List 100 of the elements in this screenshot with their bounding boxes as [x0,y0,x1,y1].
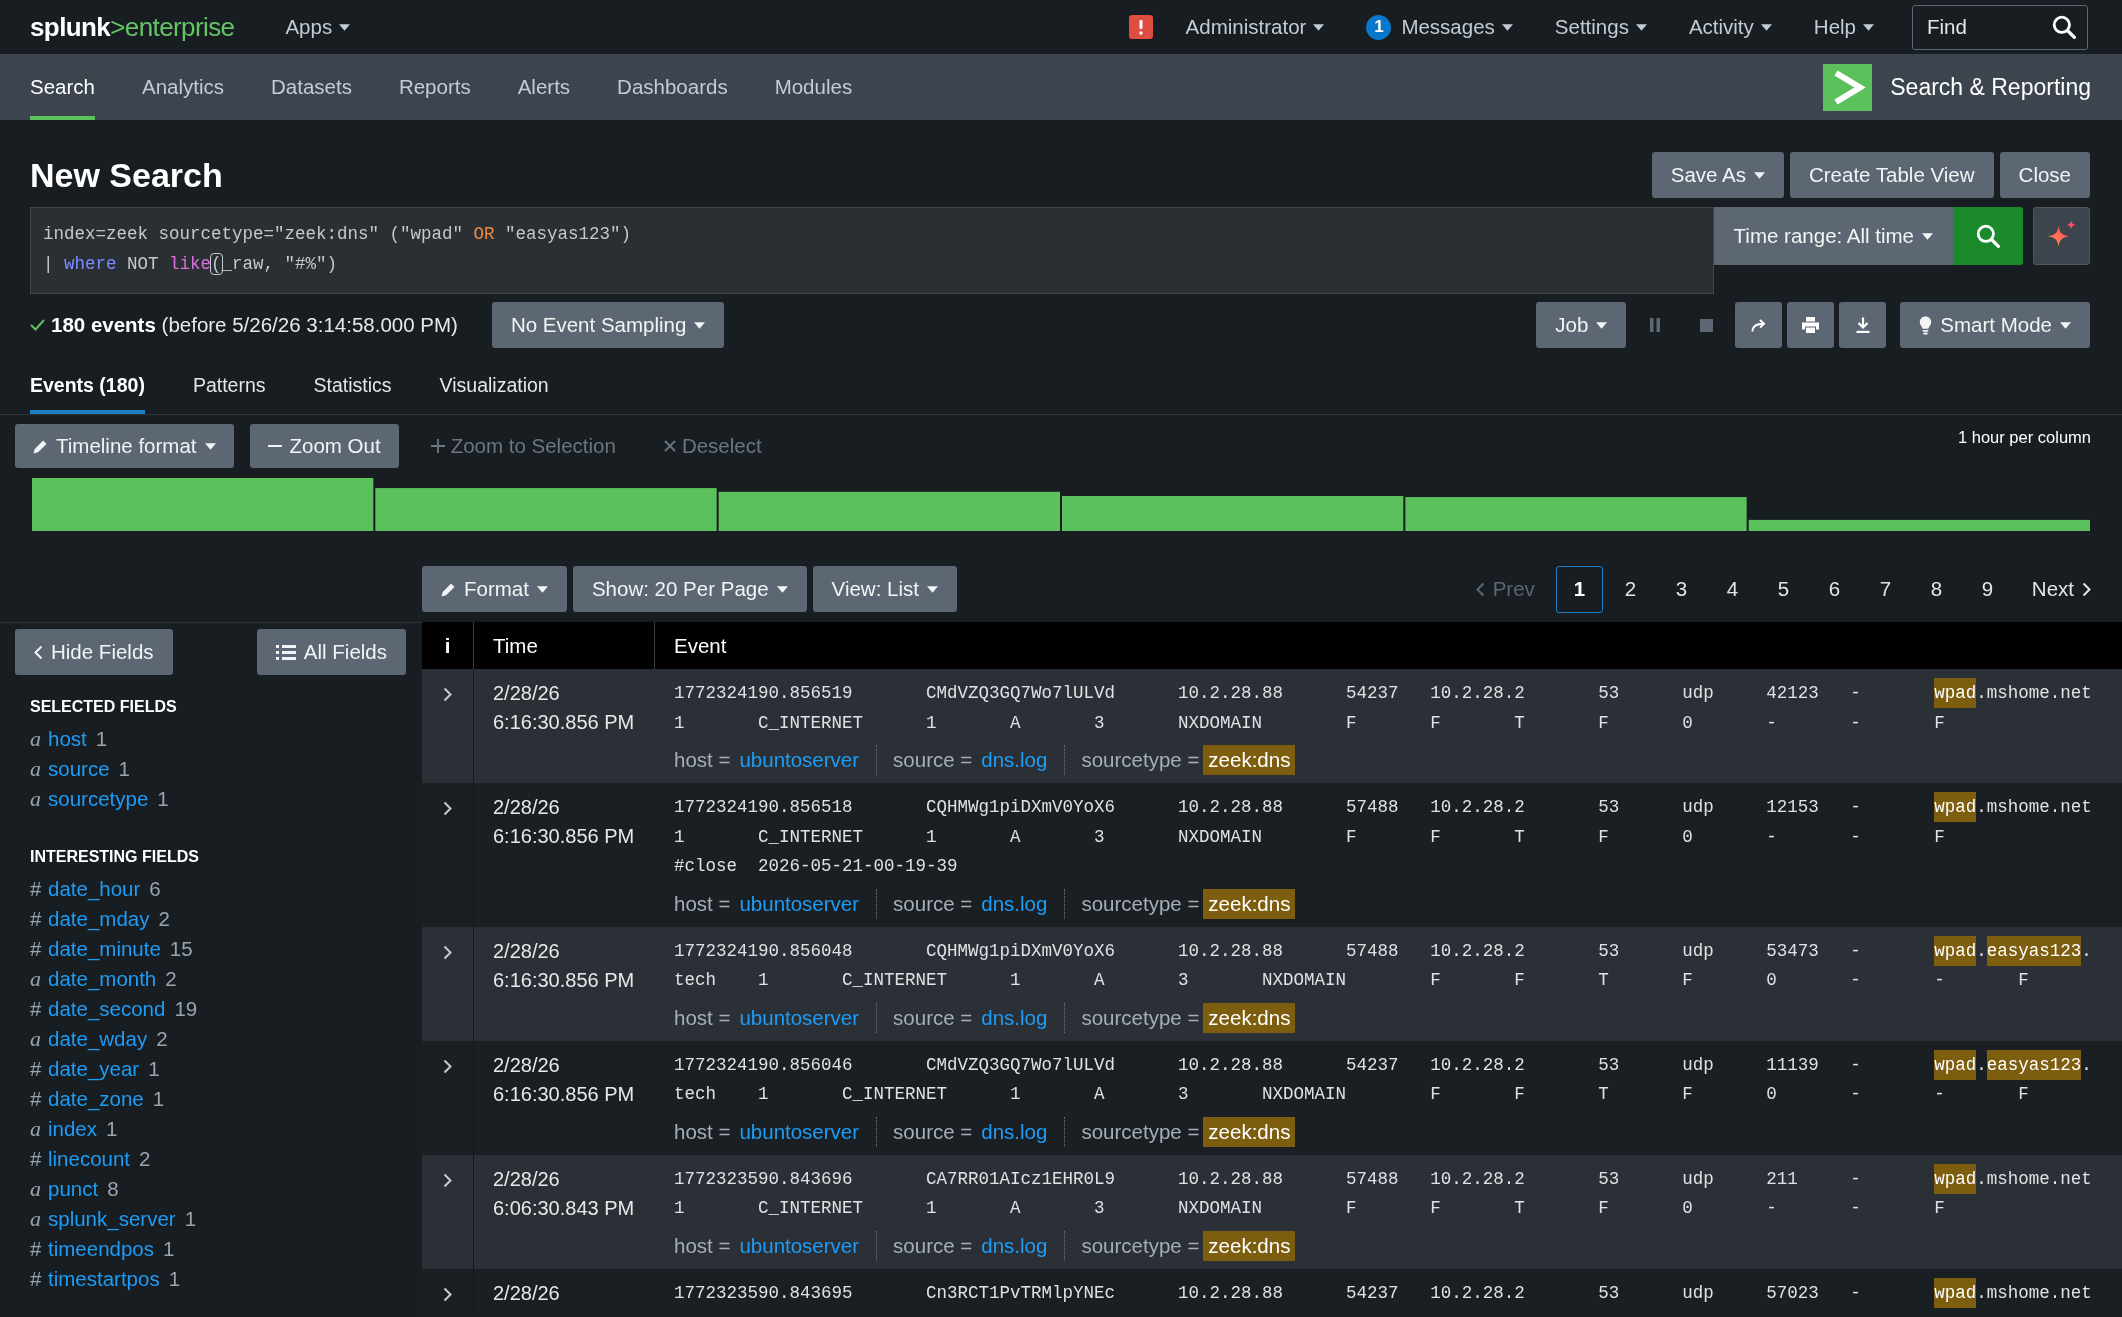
find-field[interactable]: Find [1912,4,2088,50]
alert-icon[interactable] [1128,15,1153,39]
field-value-link[interactable]: ubuntoserver [734,745,865,775]
chevron-icon[interactable] [443,1172,452,1188]
page-number-link[interactable]: 3 [1675,577,1688,601]
create-table-view-button[interactable]: Create Table View [1789,152,1994,198]
field-value-link[interactable]: ubuntoserver [734,888,865,919]
time-range-picker[interactable]: Time range: All time [1713,207,1953,265]
field-value-link[interactable]: dns.log [976,888,1053,919]
event-time: 6:06:30.843 PM [493,1195,635,1221]
field-name-link[interactable]: date_mday [48,904,150,934]
app-nav-tab[interactable]: Dashboards [617,54,728,120]
field-value-link[interactable]: zeek:dns [1203,1116,1296,1147]
chevron-icon[interactable] [443,687,452,702]
field-type-label: a [30,1025,42,1053]
field-value-link[interactable]: dns.log [976,1116,1053,1147]
field-value-link[interactable]: zeek:dns [1203,1002,1296,1033]
field-label: source = [893,748,973,772]
search-term-highlight: wpad [1934,935,1977,966]
field-value-link[interactable]: ubuntoserver [734,1002,865,1033]
messages-menu[interactable]: 1 Messages [1345,7,1534,47]
hide-fields-button[interactable]: Hide Fields [15,629,173,675]
field-name-link[interactable]: host [48,724,87,754]
user-menu[interactable]: Administrator [1164,7,1346,47]
app-nav-tab[interactable]: Reports [398,54,471,120]
job-control-button[interactable] [1839,302,1887,348]
raw-event-text: .mshome.net [1976,1282,2092,1303]
field-name-link[interactable]: date_month [48,964,157,994]
search-button[interactable] [1953,207,2023,265]
field-name-link[interactable]: date_minute [48,934,161,964]
help-menu[interactable]: Help [1792,7,1895,47]
job-control-button[interactable] [1735,302,1783,348]
chevron-icon[interactable] [443,1058,452,1074]
field-name-link[interactable]: date_second [48,994,166,1024]
event-date: 2/28/26 [493,938,560,964]
field-name-link[interactable]: date_hour [48,874,141,904]
field-value-link[interactable]: zeek:dns [1203,745,1296,775]
next-page-link[interactable]: Next [2031,577,2091,601]
app-nav-tab[interactable]: Search [30,54,95,120]
field-name-link[interactable]: date_zone [48,1084,144,1114]
field-name-link[interactable]: linecount [48,1144,131,1174]
field-name-link[interactable]: timeendpos [48,1234,154,1264]
view-mode-menu[interactable]: View: List [812,566,957,612]
apps-menu[interactable]: Apps [264,7,372,47]
results-tab[interactable]: Patterns [192,356,266,414]
app-nav-tab[interactable]: Modules [774,54,853,120]
save-as-button[interactable]: Save As [1651,152,1784,198]
results-tab[interactable]: Events (180) [30,356,145,414]
all-fields-button[interactable]: All Fields [256,629,406,675]
page-number-link[interactable]: 4 [1726,577,1739,601]
search-term-highlight: wpad [1934,1049,1977,1080]
page-number-link[interactable]: 5 [1777,577,1790,601]
field-name-link[interactable]: source [48,754,110,784]
field-value-link[interactable]: ubuntoserver [734,1230,865,1261]
field-name-link[interactable]: index [48,1114,97,1144]
event-sampling-menu[interactable]: No Event Sampling [491,302,725,348]
page-number-link[interactable]: 8 [1930,577,1943,601]
settings-menu[interactable]: Settings [1533,7,1668,47]
page-number-link[interactable]: 6 [1828,577,1841,601]
field-value-link[interactable]: zeek:dns [1203,888,1296,919]
field-name-link[interactable]: timestartpos [48,1264,160,1294]
app-nav-tab[interactable]: Datasets [271,54,352,120]
page-number-link[interactable]: 1 [1555,565,1603,613]
field-value-link[interactable]: dns.log [976,1002,1053,1033]
app-logo-icon[interactable] [1823,63,1873,111]
caret-icon [339,23,351,31]
chevron-icon[interactable] [443,1286,452,1302]
chevron-icon[interactable] [443,801,452,816]
app-nav-tab[interactable]: Alerts [517,54,571,120]
column-header: i [444,633,451,658]
search-mode-menu[interactable]: Smart Mode [1900,302,2090,348]
results-tab[interactable]: Statistics [313,356,392,414]
chevron-icon[interactable] [443,944,452,960]
job-control-button[interactable] [1787,302,1835,348]
page-size-menu[interactable]: Show: 20 Per Page [572,566,807,612]
close-button[interactable]: Close [1999,152,2090,198]
job-menu[interactable]: Job [1536,302,1627,348]
assistant-button[interactable] [2033,207,2090,265]
field-value-link[interactable]: dns.log [976,1230,1053,1261]
page-number-link[interactable]: 2 [1624,577,1637,601]
page-number-link[interactable]: 7 [1879,577,1892,601]
raw-event-text: 1 C_INTERNET 1 A 3 NXDOMAIN F F T F 0 - - F [674,1198,1945,1218]
timeline-format-menu[interactable]: Timeline format [15,424,234,468]
product-logo[interactable]: splunk>enterprise [30,14,235,40]
format-menu[interactable]: Format [422,566,567,612]
raw-event-text: 1772324190.856518 CQHMWg1piDXmV0YoX6 10.2.28.88 57488 10.2.28.2 53 udp 12153 - [674,797,1862,817]
app-nav-tab[interactable]: Analytics [141,54,224,120]
field-name-link[interactable]: splunk_server [48,1204,176,1234]
results-tab[interactable]: Visualization [439,356,549,414]
field-name-link[interactable]: punct [48,1174,99,1204]
field-name-link[interactable]: date_wday [48,1024,148,1054]
zoom-out-button[interactable]: Zoom Out [249,424,399,468]
field-value-link[interactable]: dns.log [976,745,1053,775]
field-value-link[interactable]: zeek:dns [1203,1230,1296,1261]
event-time: 6:16:30.856 PM [493,1081,635,1107]
field-value-link[interactable]: ubuntoserver [734,1116,865,1147]
field-name-link[interactable]: sourcetype [48,784,149,814]
field-name-link[interactable]: date_year [48,1054,140,1084]
page-number-link[interactable]: 9 [1981,577,1994,601]
activity-menu[interactable]: Activity [1667,7,1793,47]
